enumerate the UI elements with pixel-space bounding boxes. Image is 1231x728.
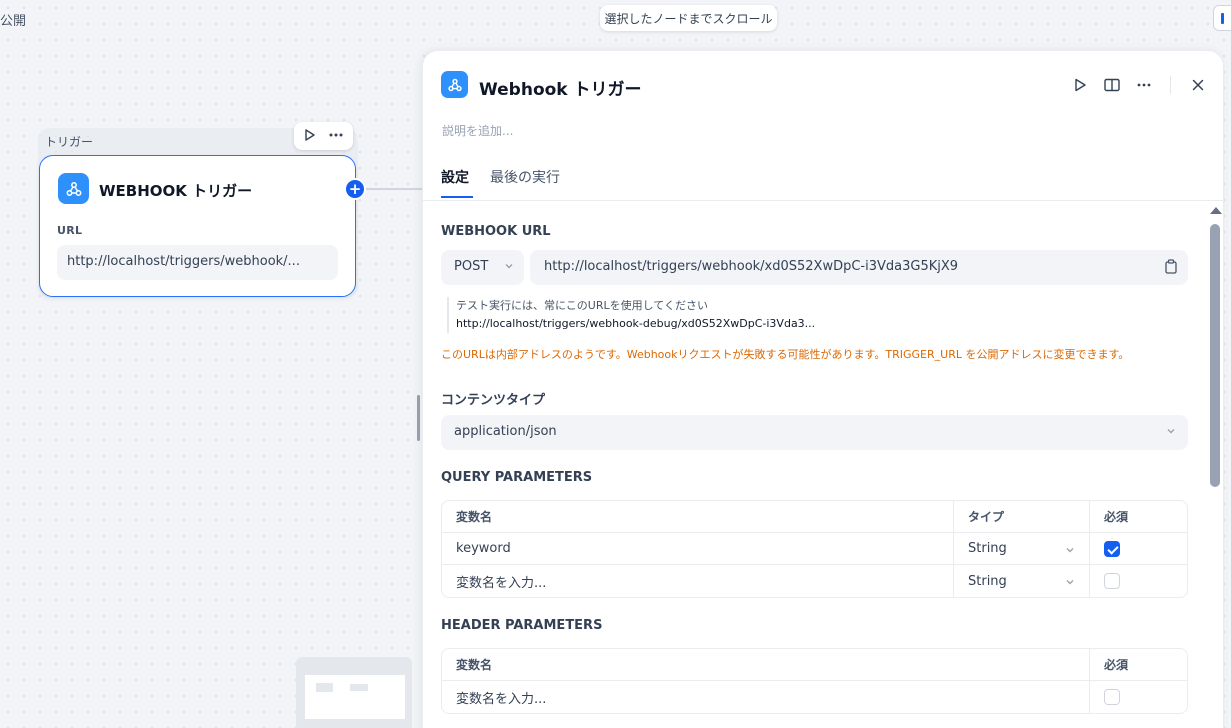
node-more-icon[interactable] [328, 127, 344, 146]
debug-url[interactable]: http://localhost/triggers/webhook-debug/… [456, 315, 815, 333]
required-checkbox[interactable] [1104, 689, 1120, 705]
minimap-node [316, 683, 333, 692]
variable-name-input[interactable]: keyword [442, 533, 953, 565]
required-checkbox[interactable] [1104, 540, 1120, 557]
scroll-to-selected-node-button[interactable]: 選択したノードまでスクロール [600, 5, 777, 31]
column-header: 必須 [1089, 649, 1187, 681]
webhook-trigger-node[interactable]: WEBHOOK トリガー URL http://localhost/trigge… [39, 155, 356, 297]
scrollbar-thumb[interactable] [1210, 224, 1220, 487]
column-header: 変数名 [442, 501, 953, 533]
content-type-label: コンテンツタイプ [441, 393, 546, 408]
method-select[interactable]: POST [441, 250, 524, 285]
table-row: 変数名を入力... [442, 681, 1187, 713]
active-tab-indicator [441, 196, 473, 198]
webhook-url-field[interactable]: http://localhost/triggers/webhook/xd0S52… [530, 250, 1188, 285]
header-params-table: 変数名 必須 変数名を入力... [441, 648, 1188, 714]
query-params-table: 変数名 タイプ 必須 keyword String 変数名を入力... Stri… [441, 500, 1188, 598]
top-right-toggle-button[interactable] [1213, 5, 1231, 31]
panel-actions [1064, 71, 1214, 99]
tab-last-run[interactable]: 最後の実行 [490, 167, 560, 187]
debug-note: テスト実行には、常にこのURLを使用してください [456, 299, 708, 312]
book-icon[interactable] [1096, 71, 1128, 99]
actions-divider [1170, 76, 1171, 94]
type-select[interactable]: String [953, 565, 1089, 597]
run-icon[interactable] [1064, 71, 1096, 99]
node-title: WEBHOOK トリガー [99, 182, 253, 200]
type-select[interactable]: String [953, 533, 1089, 565]
tab-settings[interactable]: 設定 [441, 167, 469, 187]
column-header: タイプ [953, 501, 1089, 533]
chevron-down-icon [1065, 576, 1075, 591]
scroll-up-arrow-icon[interactable] [1210, 207, 1222, 214]
column-header: 必須 [1089, 501, 1187, 533]
webhook-url-value: http://localhost/triggers/webhook/xd0S52… [544, 259, 959, 274]
chevron-down-icon [1166, 425, 1176, 440]
required-checkbox[interactable] [1104, 573, 1120, 589]
panel-resize-handle[interactable] [417, 395, 420, 441]
chevron-down-icon [504, 260, 514, 275]
required-cell [1089, 565, 1187, 597]
node-edge [366, 188, 424, 190]
type-value: String [968, 541, 1007, 556]
minimap-viewport [305, 675, 405, 719]
variable-name-input[interactable]: 変数名を入力... [442, 565, 953, 597]
node-url-value: http://localhost/triggers/webhook/... [57, 245, 338, 280]
query-params-label: QUERY PARAMETERS [441, 470, 593, 485]
node-group-label: トリガー [45, 135, 94, 149]
variable-name-input[interactable]: 変数名を入力... [442, 681, 1089, 713]
webhook-url-label: WEBHOOK URL [441, 224, 551, 239]
description-input[interactable]: 説明を追加... [442, 122, 513, 139]
node-toolbar [294, 122, 353, 150]
add-next-node-button[interactable]: + [344, 178, 366, 200]
node-url-label: URL [57, 224, 83, 237]
required-cell [1089, 681, 1187, 713]
publish-label[interactable]: 公開 [0, 10, 26, 29]
node-settings-panel: Webhook トリガー 説明を追加... 設定 最後の実行 WEBHOOK U… [422, 50, 1224, 728]
content-type-select[interactable]: application/json [441, 415, 1188, 450]
table-row: keyword String [442, 533, 1187, 565]
type-value: String [968, 573, 1007, 589]
column-header: 変数名 [442, 649, 1089, 681]
chevron-down-icon [1065, 544, 1075, 559]
internal-address-warning: このURLは内部アドレスのようです。Webhookリクエストが失敗する可能性があ… [441, 348, 1130, 361]
content-type-value: application/json [454, 424, 557, 439]
table-row: 変数名を入力... String [442, 565, 1187, 597]
panel-title[interactable]: Webhook トリガー [479, 75, 642, 100]
header-params-label: HEADER PARAMETERS [441, 618, 603, 633]
close-icon[interactable] [1182, 71, 1214, 99]
webhook-icon [58, 173, 89, 204]
debug-url-box: テスト実行には、常にこのURLを使用してください http://localhos… [447, 297, 815, 333]
webhook-icon [441, 71, 468, 98]
more-icon[interactable] [1128, 71, 1160, 99]
method-value: POST [454, 259, 489, 274]
panel-tabs: 設定 最後の実行 [423, 161, 1223, 201]
run-node-icon[interactable] [303, 127, 317, 146]
clipboard-icon[interactable] [1164, 259, 1178, 278]
minimap-node [350, 684, 368, 691]
required-cell [1089, 533, 1187, 565]
